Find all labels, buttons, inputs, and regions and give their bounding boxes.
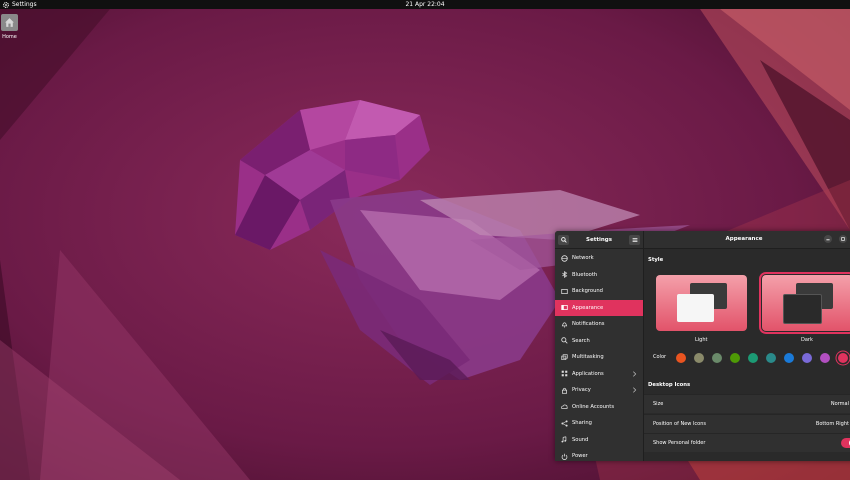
sidebar-item-label: Background: [572, 288, 603, 295]
sidebar-item-label: Sound: [572, 436, 589, 443]
desktop-home-icon[interactable]: Home: [1, 14, 18, 40]
desktop-home-label: Home: [2, 34, 17, 40]
settings-window: Settings Network Bluetooth Background Ap…: [555, 231, 850, 461]
background-icon: [561, 288, 568, 295]
size-value: Normal: [830, 401, 849, 407]
hamburger-icon: [632, 237, 637, 242]
sidebar-item-label: Search: [572, 337, 590, 344]
accent-bark-swatch[interactable]: [694, 353, 704, 363]
desktop-icons-section-title: Desktop Icons: [648, 382, 691, 388]
accent-purple-swatch[interactable]: [802, 353, 812, 363]
music-note-icon: [561, 436, 568, 443]
applications-icon: [561, 370, 568, 377]
accent-orange-swatch[interactable]: [676, 353, 686, 363]
privacy-icon: [561, 387, 568, 394]
style-option-dark-label: Dark: [801, 337, 813, 343]
sidebar-item-search[interactable]: Search: [555, 333, 643, 350]
appearance-icon: [561, 304, 568, 311]
position-label: Position of New Icons: [653, 421, 707, 427]
chevron-right-icon: [632, 370, 637, 379]
sidebar-item-label: Network: [572, 255, 594, 262]
maximize-icon: [841, 237, 845, 241]
style-option-light-label: Light: [695, 337, 708, 343]
maximize-button[interactable]: [839, 235, 847, 243]
show-personal-folder-row: Show Personal folder: [644, 433, 850, 452]
home-folder-icon: [1, 14, 18, 31]
bell-icon: [561, 321, 568, 328]
sidebar-item-multitasking[interactable]: Multitasking: [555, 349, 643, 366]
appearance-panel: Appearance Style Light Dark Color Deskto…: [644, 231, 850, 461]
sidebar-item-background[interactable]: Background: [555, 283, 643, 300]
desktop-icon-size-row[interactable]: Size Normal: [644, 394, 850, 413]
network-icon: [561, 255, 568, 262]
accent-prussian-green-swatch[interactable]: [766, 353, 776, 363]
sidebar-item-label: Bluetooth: [572, 271, 598, 278]
size-label: Size: [653, 401, 664, 407]
light-preview-front-window: [677, 294, 714, 322]
multitasking-icon: [561, 354, 568, 361]
sidebar-item-appearance[interactable]: Appearance: [555, 299, 643, 316]
top-bar: Settings 21 Apr 22:04: [0, 0, 850, 9]
style-option-light[interactable]: [656, 275, 747, 331]
sidebar-item-label: Applications: [572, 370, 604, 377]
minimize-button[interactable]: [824, 235, 832, 243]
style-section-title: Style: [648, 257, 664, 263]
sharing-icon: [561, 420, 568, 427]
accent-olive-swatch[interactable]: [730, 353, 740, 363]
sidebar-item-network[interactable]: Network: [555, 250, 643, 267]
show-personal-label: Show Personal folder: [653, 440, 706, 446]
minimize-icon: [826, 239, 830, 241]
settings-sidebar: Settings Network Bluetooth Background Ap…: [555, 231, 644, 461]
settings-nav-list: Network Bluetooth Background Appearance …: [555, 249, 643, 461]
sidebar-item-label: Multitasking: [572, 354, 604, 361]
show-personal-toggle[interactable]: [841, 438, 850, 448]
sidebar-item-label: Power: [572, 453, 588, 460]
search-icon: [561, 337, 568, 344]
sidebar-search-button[interactable]: [558, 234, 569, 245]
sidebar-header: Settings: [555, 231, 643, 249]
sidebar-item-applications[interactable]: Applications: [555, 366, 643, 383]
content-header: Appearance: [644, 231, 850, 249]
sidebar-item-sharing[interactable]: Sharing: [555, 415, 643, 432]
accent-sage-swatch[interactable]: [712, 353, 722, 363]
sidebar-item-label: Appearance: [572, 304, 604, 311]
sidebar-item-label: Sharing: [572, 420, 592, 427]
accent-viridian-swatch[interactable]: [748, 353, 758, 363]
position-value: Bottom Right: [815, 421, 849, 427]
chevron-right-icon: [632, 387, 637, 395]
power-icon: [561, 453, 568, 460]
sidebar-item-privacy[interactable]: Privacy: [555, 382, 643, 399]
sidebar-item-label: Notifications: [572, 321, 605, 328]
page-title: Appearance: [725, 236, 763, 242]
sidebar-item-label: Privacy: [572, 387, 591, 394]
bluetooth-icon: [561, 271, 568, 279]
cloud-icon: [561, 403, 568, 410]
sidebar-item-bluetooth[interactable]: Bluetooth: [555, 267, 643, 284]
color-label: Color: [653, 354, 667, 360]
sidebar-title: Settings: [586, 236, 612, 243]
main-menu-button[interactable]: [629, 234, 640, 245]
sidebar-item-notifications[interactable]: Notifications: [555, 316, 643, 333]
clock[interactable]: 21 Apr 22:04: [0, 0, 850, 9]
accent-blue-swatch[interactable]: [784, 353, 794, 363]
accent-color-row: Color: [644, 351, 850, 365]
sidebar-item-label: Online Accounts: [572, 403, 615, 410]
search-icon: [560, 236, 567, 243]
new-icon-position-row[interactable]: Position of New Icons Bottom Right: [644, 414, 850, 433]
dark-preview-front-window: [783, 294, 822, 324]
sidebar-item-power[interactable]: Power: [555, 448, 643, 461]
sidebar-item-online-accounts[interactable]: Online Accounts: [555, 399, 643, 416]
accent-red-swatch-selected[interactable]: [838, 353, 848, 363]
accent-magenta-swatch[interactable]: [820, 353, 830, 363]
sidebar-item-sound[interactable]: Sound: [555, 432, 643, 449]
style-option-dark[interactable]: [759, 272, 850, 334]
